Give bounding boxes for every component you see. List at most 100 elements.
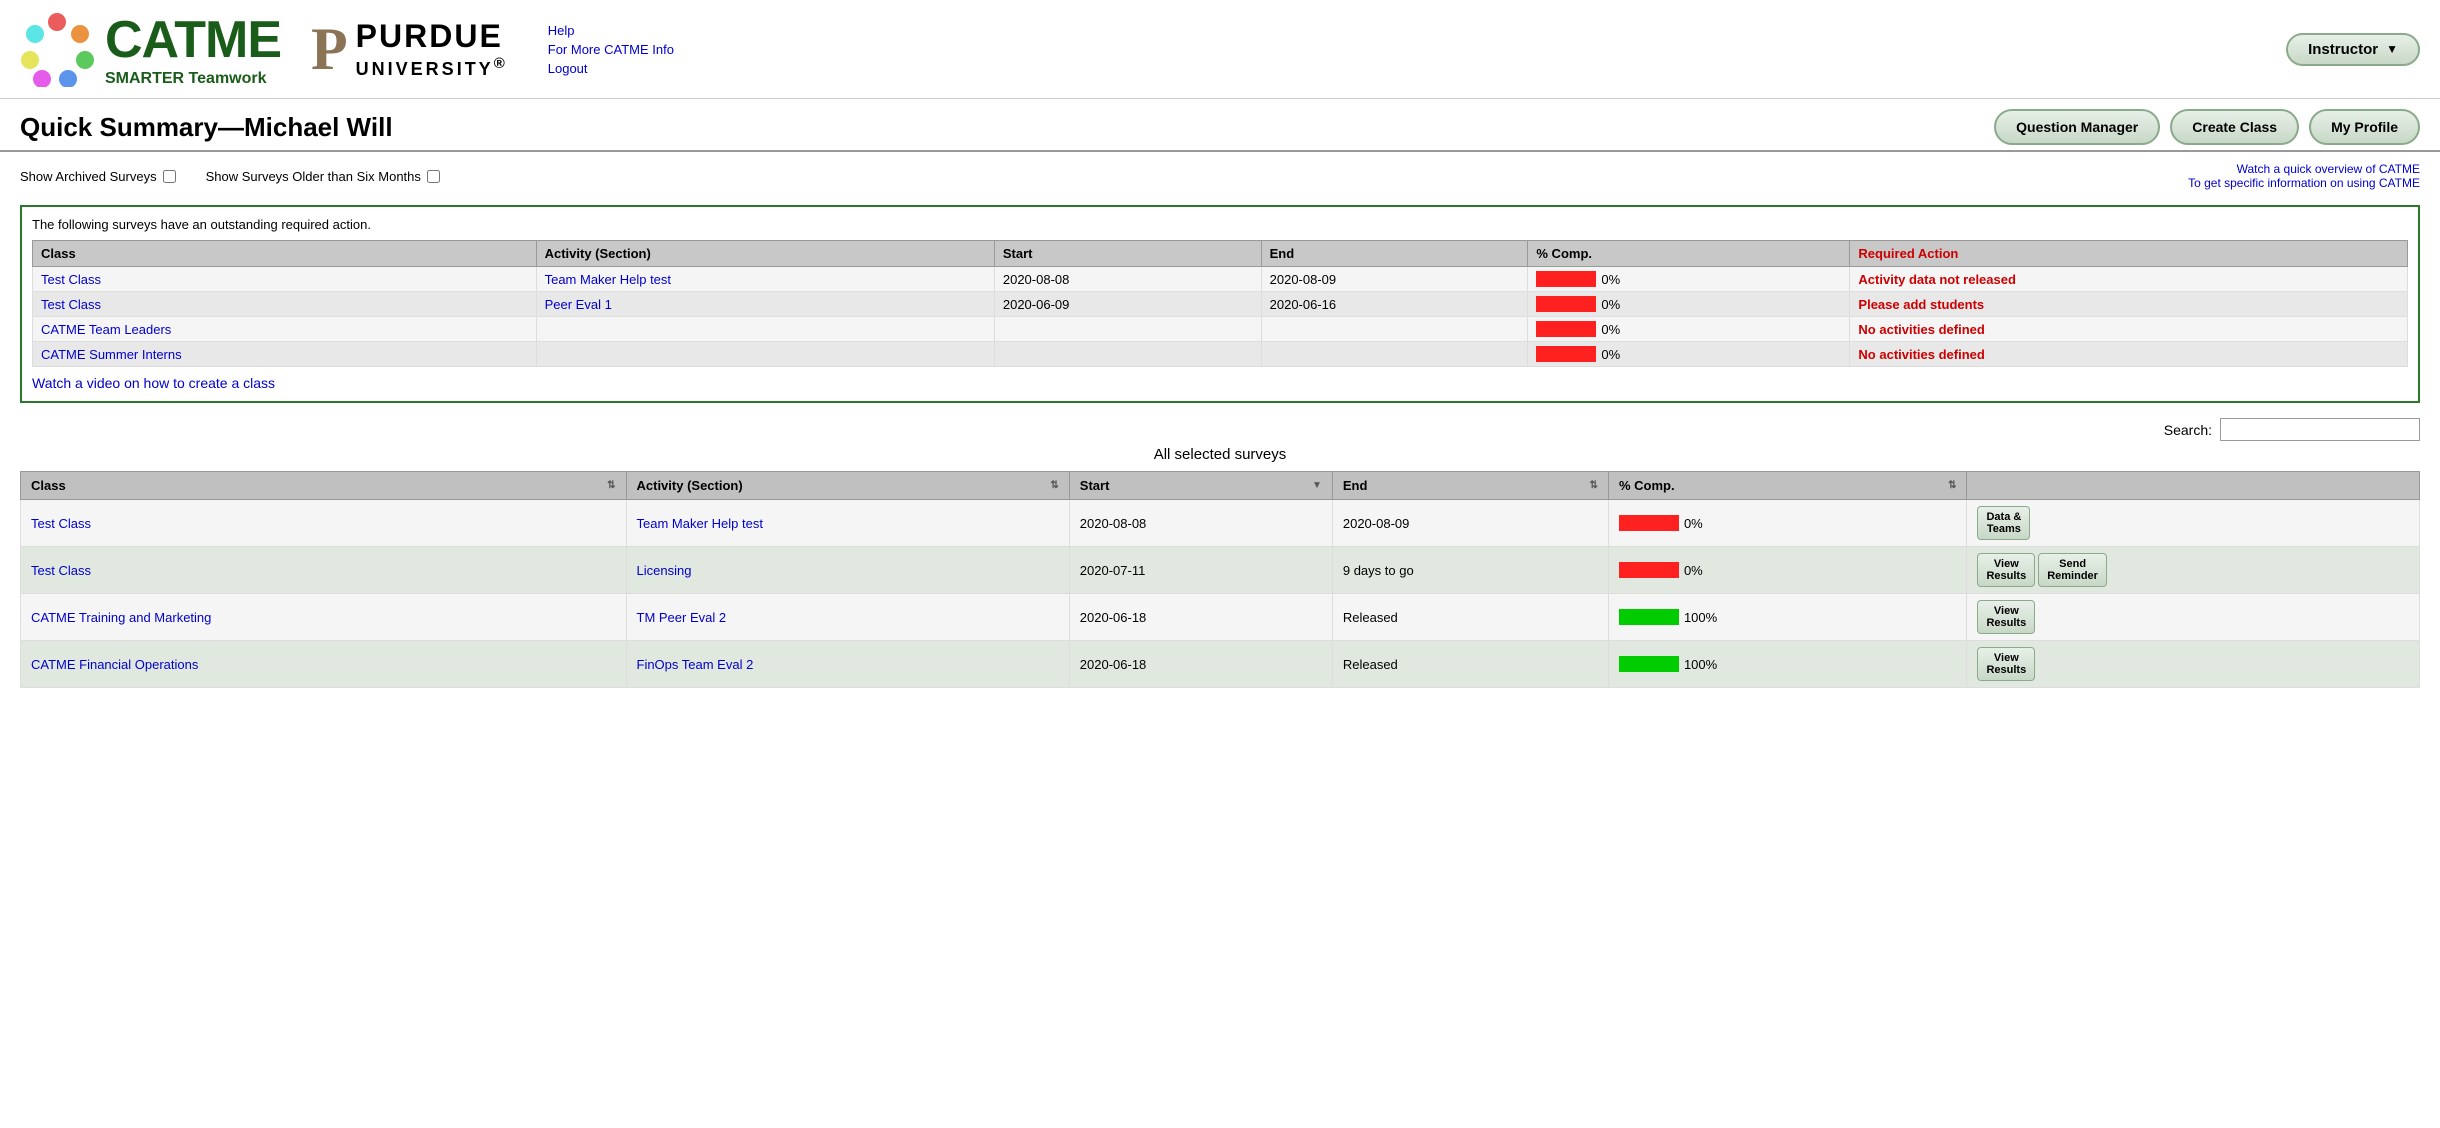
req-activity-cell: Team Maker Help test xyxy=(536,267,994,292)
watch-video-link[interactable]: Watch a video on how to create a class xyxy=(32,375,2408,391)
req-activity-link[interactable]: Peer Eval 1 xyxy=(545,297,612,312)
surveys-end-header[interactable]: End⇅ xyxy=(1332,472,1608,500)
question-manager-button[interactable]: Question Manager xyxy=(1994,109,2160,145)
surveys-pct-header[interactable]: % Comp.⇅ xyxy=(1608,472,1967,500)
req-class-header: Class xyxy=(33,241,537,267)
surveys-start-header[interactable]: Start▼ xyxy=(1069,472,1332,500)
instructor-dropdown[interactable]: Instructor ▼ xyxy=(2286,33,2420,66)
header-links: Help For More CATME Info Logout xyxy=(548,23,674,76)
surveys-action-cell: ViewResults SendReminder xyxy=(1967,547,2420,594)
req-start-header: Start xyxy=(994,241,1261,267)
more-info-link[interactable]: For More CATME Info xyxy=(548,42,674,57)
surveys-class-cell: Test Class xyxy=(21,500,627,547)
req-class-link[interactable]: Test Class xyxy=(41,297,101,312)
action-buttons: Data &Teams xyxy=(1977,506,2409,540)
progress-bar xyxy=(1619,609,1679,625)
progress-bar xyxy=(1536,271,1596,287)
logo-area: CATME SMARTER Teamwork P PURDUE UNIVERSI… xyxy=(20,10,508,88)
surveys-start-cell: 2020-06-18 xyxy=(1069,641,1332,688)
table-row: Test Class Licensing 2020-07-11 9 days t… xyxy=(21,547,2420,594)
search-input[interactable] xyxy=(2220,418,2420,441)
title-buttons: Question Manager Create Class My Profile xyxy=(1994,109,2420,145)
action-buttons-row: ViewResults SendReminder xyxy=(1977,553,2107,587)
surveys-pct-cell: 100% xyxy=(1608,641,1967,688)
surveys-pct-cell: 100% xyxy=(1608,594,1967,641)
action-buttons: ViewResults SendReminder xyxy=(1977,553,2409,587)
req-action-link[interactable]: Activity data not released xyxy=(1858,272,2016,287)
surveys-pct-cell: 0% xyxy=(1608,500,1967,547)
progress-container: 0% xyxy=(1536,346,1841,362)
surveys-activity-cell: Licensing xyxy=(626,547,1069,594)
req-action-link[interactable]: No activities defined xyxy=(1858,347,1984,362)
surveys-end-cell: 2020-08-09 xyxy=(1332,500,1608,547)
req-end-header: End xyxy=(1261,241,1528,267)
progress-container: 0% xyxy=(1536,271,1841,287)
surveys-class-header[interactable]: Class⇅ xyxy=(21,472,627,500)
pct-value: 0% xyxy=(1601,272,1620,287)
purdue-p-letter: P xyxy=(311,19,348,79)
req-end-cell: 2020-06-16 xyxy=(1261,292,1528,317)
surveys-title: All selected surveys xyxy=(20,446,2420,463)
req-class-link[interactable]: Test Class xyxy=(41,272,101,287)
older-label: Show Surveys Older than Six Months xyxy=(206,169,421,184)
surveys-class-link[interactable]: Test Class xyxy=(31,563,91,578)
send-reminder-button[interactable]: SendReminder xyxy=(2038,553,2107,587)
surveys-activity-header[interactable]: Activity (Section)⇅ xyxy=(626,472,1069,500)
req-activity-header: Activity (Section) xyxy=(536,241,994,267)
action-buttons: ViewResults xyxy=(1977,647,2409,681)
dropdown-arrow-icon: ▼ xyxy=(2386,42,2398,56)
progress-container: 0% xyxy=(1619,515,1957,531)
req-end-cell xyxy=(1261,342,1528,367)
surveys-class-link[interactable]: Test Class xyxy=(31,516,91,531)
my-profile-button[interactable]: My Profile xyxy=(2309,109,2420,145)
req-class-cell: CATME Team Leaders xyxy=(33,317,537,342)
surveys-activity-cell: FinOps Team Eval 2 xyxy=(626,641,1069,688)
table-row: CATME Summer Interns 0% No activities de… xyxy=(33,342,2408,367)
instructor-label: Instructor xyxy=(2308,41,2378,58)
surveys-class-link[interactable]: CATME Financial Operations xyxy=(31,657,198,672)
title-bar: Quick Summary—Michael Will Question Mana… xyxy=(0,99,2440,152)
table-row: Test Class Team Maker Help test 2020-08-… xyxy=(33,267,2408,292)
req-end-cell: 2020-08-09 xyxy=(1261,267,1528,292)
pct-value: 0% xyxy=(1684,516,1703,531)
surveys-class-link[interactable]: CATME Training and Marketing xyxy=(31,610,211,625)
surveys-start-cell: 2020-07-11 xyxy=(1069,547,1332,594)
archived-checkbox[interactable] xyxy=(163,170,176,183)
activity-sort-icon: ⇅ xyxy=(1050,480,1058,491)
specific-info-link[interactable]: To get specific information on using CAT… xyxy=(2188,176,2420,190)
req-activity-cell: Peer Eval 1 xyxy=(536,292,994,317)
surveys-start-cell: 2020-06-18 xyxy=(1069,594,1332,641)
surveys-pct-cell: 0% xyxy=(1608,547,1967,594)
req-activity-link[interactable]: Team Maker Help test xyxy=(545,272,671,287)
req-action-cell: No activities defined xyxy=(1850,317,2408,342)
req-activity-cell xyxy=(536,342,994,367)
help-link[interactable]: Help xyxy=(548,23,674,38)
required-notice: The following surveys have an outstandin… xyxy=(32,217,2408,232)
req-class-link[interactable]: CATME Team Leaders xyxy=(41,322,171,337)
view-results-button[interactable]: ViewResults xyxy=(1977,600,2035,634)
surveys-end-cell: Released xyxy=(1332,594,1608,641)
req-pct-cell: 0% xyxy=(1528,292,1850,317)
page-title: Quick Summary—Michael Will xyxy=(20,112,393,143)
pct-value: 100% xyxy=(1684,657,1717,672)
table-row: CATME Financial Operations FinOps Team E… xyxy=(21,641,2420,688)
req-action-link[interactable]: Please add students xyxy=(1858,297,1984,312)
surveys-activity-link[interactable]: Team Maker Help test xyxy=(637,516,763,531)
req-class-link[interactable]: CATME Summer Interns xyxy=(41,347,182,362)
view-results-button[interactable]: ViewResults xyxy=(1977,647,2035,681)
logout-link[interactable]: Logout xyxy=(548,61,674,76)
surveys-activity-link[interactable]: TM Peer Eval 2 xyxy=(637,610,727,625)
surveys-activity-link[interactable]: FinOps Team Eval 2 xyxy=(637,657,754,672)
req-action-cell: Please add students xyxy=(1850,292,2408,317)
req-action-link[interactable]: No activities defined xyxy=(1858,322,1984,337)
progress-bar xyxy=(1619,656,1679,672)
create-class-button[interactable]: Create Class xyxy=(2170,109,2299,145)
table-row: Test Class Team Maker Help test 2020-08-… xyxy=(21,500,2420,547)
filter-left: Show Archived Surveys Show Surveys Older… xyxy=(20,169,440,184)
table-row: CATME Training and Marketing TM Peer Eva… xyxy=(21,594,2420,641)
data-teams-button[interactable]: Data &Teams xyxy=(1977,506,2030,540)
older-checkbox[interactable] xyxy=(427,170,440,183)
surveys-activity-link[interactable]: Licensing xyxy=(637,563,692,578)
watch-overview-link[interactable]: Watch a quick overview of CATME xyxy=(2188,162,2420,176)
view-results-button[interactable]: ViewResults xyxy=(1977,553,2035,587)
